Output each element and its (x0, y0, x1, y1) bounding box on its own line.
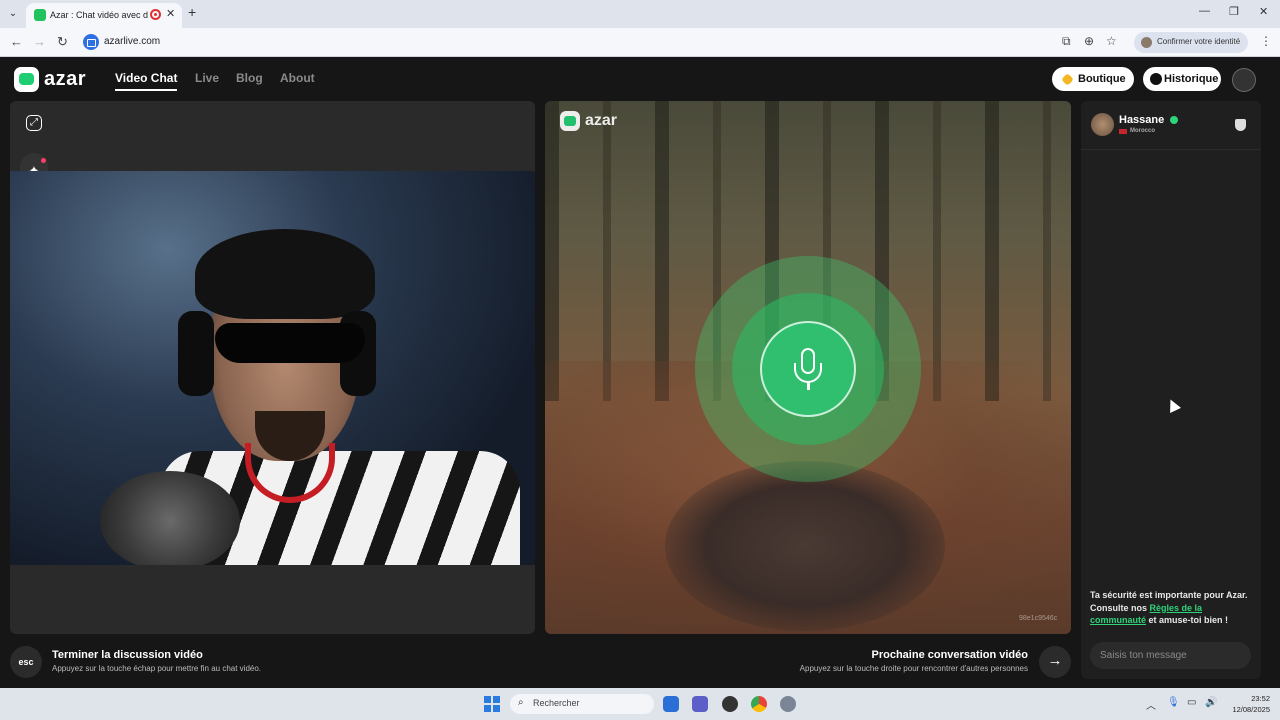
forward-icon[interactable]: → (33, 34, 46, 49)
partner-avatar[interactable] (1091, 113, 1114, 136)
confirm-identity-button[interactable]: Confirmer votre identité (1134, 32, 1248, 53)
report-shield-icon[interactable] (1235, 119, 1246, 131)
nav-live[interactable]: Live (195, 71, 219, 85)
search-icon: ⌕ (518, 697, 524, 708)
end-chat-subtitle: Appuyez sur la touche échap pour mettre … (52, 664, 262, 673)
volume-icon[interactable]: 🔊 (1205, 697, 1217, 708)
azar-logo[interactable]: azar (14, 67, 94, 93)
microphone-icon-cup (794, 363, 822, 383)
back-icon[interactable]: ← (10, 34, 23, 49)
star-icon[interactable]: ☆ (1106, 34, 1117, 48)
new-tab-icon[interactable]: + (188, 4, 196, 20)
history-button[interactable]: Historique (1143, 67, 1221, 91)
headphone-left-shape (178, 311, 214, 396)
divider (1081, 149, 1261, 150)
remote-video-panel: azar 98e1c9546c (545, 101, 1071, 634)
nav-about[interactable]: About (280, 71, 315, 85)
gem-icon (1061, 73, 1074, 86)
nav-blog[interactable]: Blog (236, 71, 263, 85)
next-chat-button[interactable]: → (1039, 646, 1071, 678)
taskbar-search[interactable]: ⌕ Rechercher (510, 694, 654, 714)
browser-tabbar: ⌄ Azar : Chat vidéo avec de n ✕ + — ❐ ✕ (0, 0, 1280, 28)
next-chat-subtitle: Appuyez sur la touche droite pour rencon… (799, 664, 1028, 673)
tray-chevron-icon[interactable]: ︿ (1146, 697, 1156, 712)
browser-addressbar: ← → ↻ azarlive.com ⧉ ⊕ ☆ Confirmer votre… (0, 28, 1280, 57)
taskbar-clock[interactable]: 23:52 12/08/2025 (1226, 693, 1270, 715)
shop-label: Boutique (1078, 73, 1126, 85)
url-field[interactable]: azarlive.com (104, 36, 160, 47)
nav-video-chat[interactable]: Video Chat (115, 71, 178, 91)
chat-panel: Hassane Morocco Ta sécurité est importan… (1081, 101, 1261, 679)
remote-logo-text: azar (585, 112, 618, 129)
microphone-icon-stem (807, 382, 810, 390)
self-camera-feed (10, 171, 535, 565)
notification-dot (41, 158, 46, 163)
site-info-icon[interactable] (83, 34, 99, 50)
logo-text: azar (44, 68, 87, 90)
self-video-panel: ⤢ ✦ ☻ (10, 101, 535, 634)
user-avatar[interactable] (1232, 68, 1256, 92)
end-chat-button[interactable]: esc (10, 646, 42, 678)
restore-icon[interactable]: ❐ (1229, 5, 1239, 18)
history-label: Historique (1164, 73, 1219, 85)
blurred-animal (665, 461, 945, 631)
shop-button[interactable]: Boutique (1052, 67, 1134, 91)
windows-taskbar: ⌕ Rechercher ︿ 🎙 ▭ 🔊 23:52 12/08/2025 (0, 688, 1280, 720)
azar-logo-icon (560, 111, 580, 131)
clock-time: 23:52 (1251, 694, 1270, 703)
partner-name[interactable]: Hassane (1119, 114, 1164, 126)
tab-title: Azar : Chat vidéo avec de n (50, 10, 148, 20)
tab-close-icon[interactable]: ✕ (166, 7, 175, 20)
settings-app-icon[interactable] (780, 696, 796, 712)
microphone-tray-icon[interactable]: 🎙 (1167, 697, 1180, 708)
network-icon[interactable]: ▭ (1187, 697, 1196, 708)
identity-label: Confirmer votre identité (1157, 37, 1241, 46)
clock-date: 12/08/2025 (1232, 705, 1270, 714)
end-chat-title: Terminer la discussion vidéo (52, 649, 203, 661)
microphone-windscreen-shape (100, 471, 240, 565)
tab-search-icon[interactable]: ⌄ (4, 6, 22, 22)
remote-azar-watermark: azar (560, 111, 630, 133)
zoom-icon[interactable]: ⊕ (1084, 34, 1094, 48)
reload-icon[interactable]: ↻ (57, 34, 68, 50)
menu-dots-icon[interactable]: ⋮ (1260, 34, 1272, 48)
azar-favicon-icon (34, 9, 46, 21)
microphone-button[interactable] (760, 321, 856, 417)
hair-shape (195, 229, 375, 319)
chrome-app-icon[interactable] (751, 696, 767, 712)
message-input[interactable] (1090, 642, 1251, 669)
profile-avatar-icon (1141, 37, 1152, 48)
morocco-flag-icon (1119, 129, 1127, 134)
close-window-icon[interactable]: ✕ (1259, 5, 1268, 18)
azar-app: azar Video Chat Live Blog About Boutique… (0, 57, 1280, 688)
sunglasses-shape (215, 323, 365, 363)
verified-icon (1170, 116, 1178, 124)
search-label: Rechercher (533, 698, 580, 708)
browser-tab-azar[interactable]: Azar : Chat vidéo avec de n ✕ (26, 3, 182, 28)
azar-logo-icon (14, 67, 39, 92)
minimize-icon[interactable]: — (1199, 5, 1210, 17)
obs-app-icon[interactable] (722, 696, 738, 712)
store-app-icon[interactable] (663, 696, 679, 712)
windows-start-icon[interactable] (484, 696, 500, 712)
safety-text-end: et amuse-toi bien ! (1146, 615, 1229, 625)
clock-icon (1150, 73, 1162, 85)
safety-notice: Ta sécurité est importante pour Azar. Co… (1090, 589, 1256, 627)
expand-icon[interactable]: ⤢ (26, 115, 42, 131)
teams-app-icon[interactable] (692, 696, 708, 712)
recording-icon (150, 9, 161, 20)
video-id: 98e1c9546c (1019, 615, 1058, 622)
next-chat-title: Prochaine conversation vidéo (871, 649, 1029, 661)
partner-country: Morocco (1130, 128, 1156, 134)
cast-icon[interactable]: ⧉ (1062, 34, 1071, 49)
